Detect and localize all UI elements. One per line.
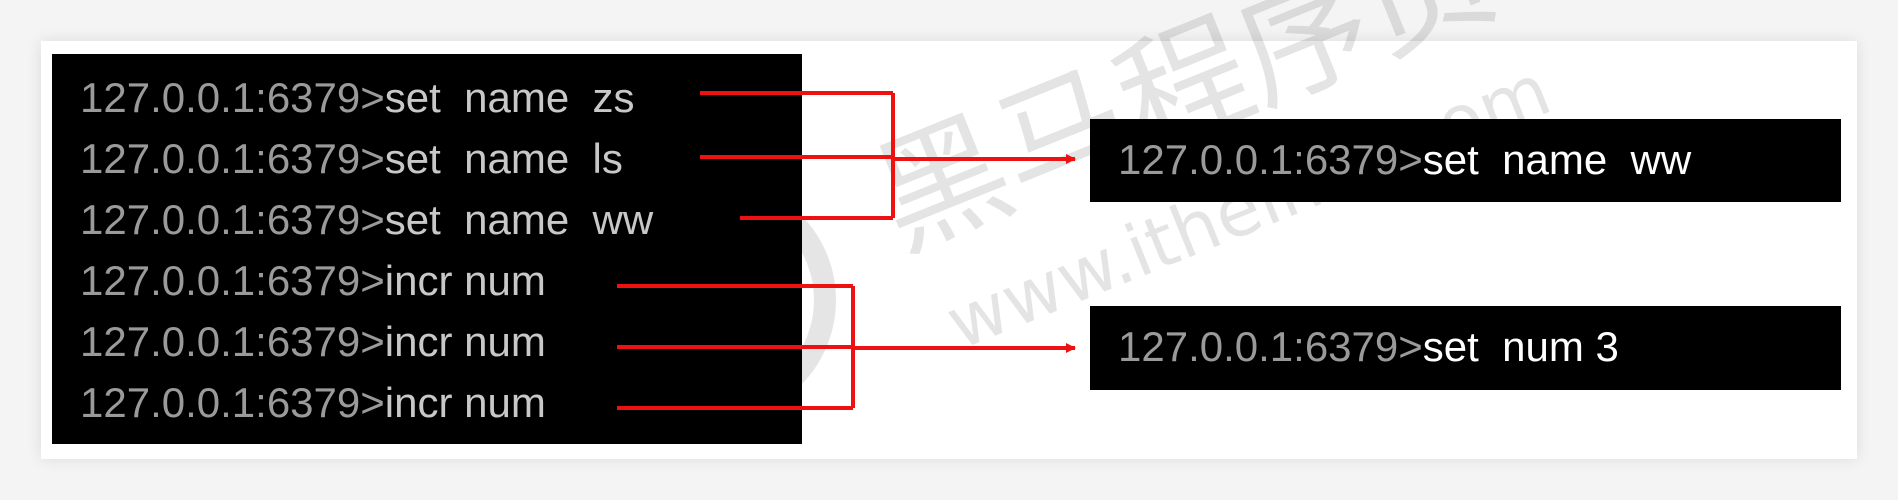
connector-lines xyxy=(617,91,1076,410)
